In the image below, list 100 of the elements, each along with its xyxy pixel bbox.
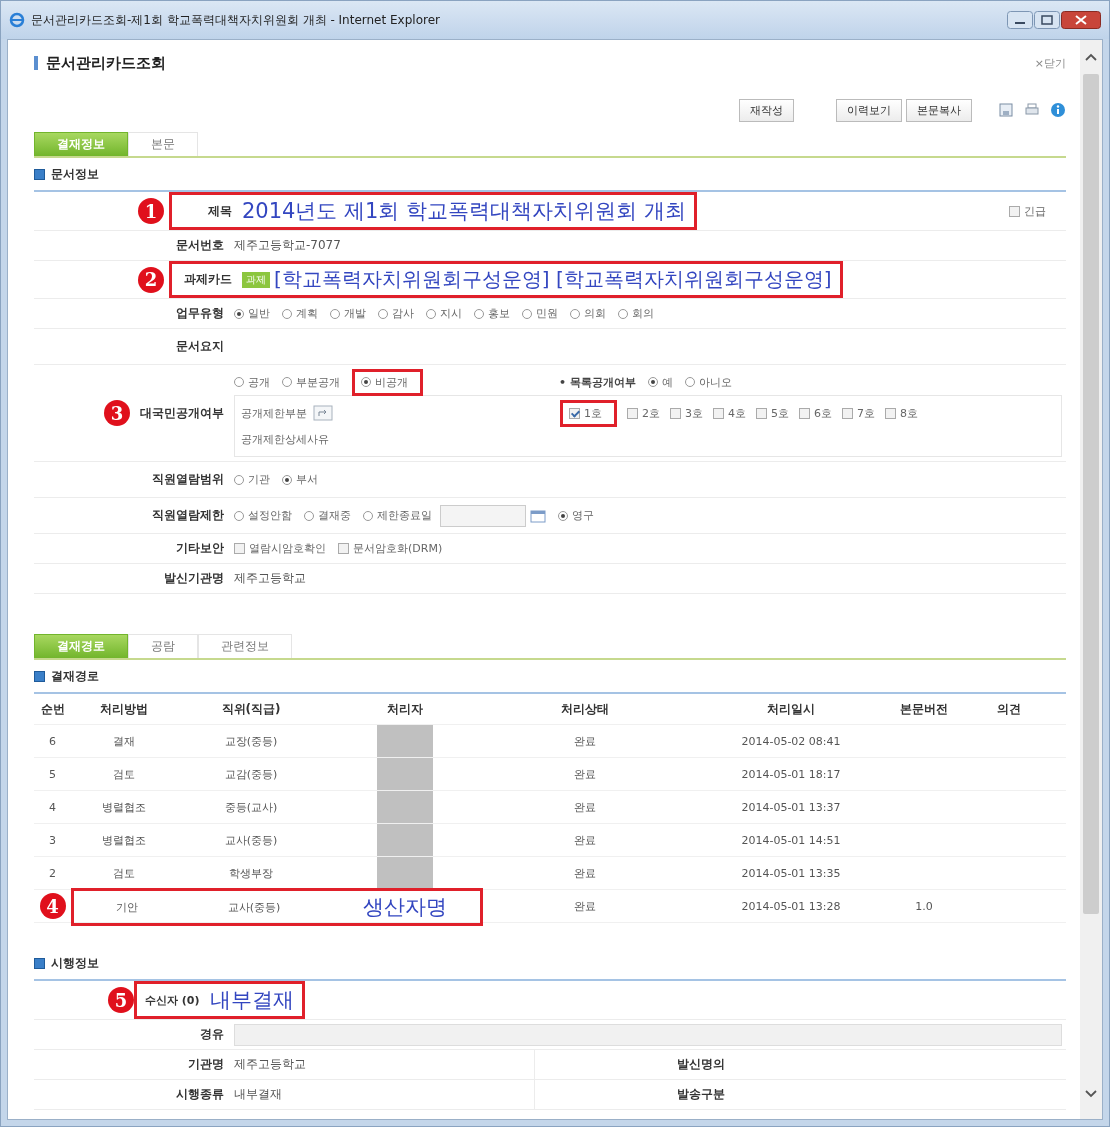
table-cell: 2014-05-02 08:41 [741, 734, 841, 748]
checkbox[interactable] [338, 543, 349, 554]
table-cell: 완료 [573, 832, 596, 848]
close-link[interactable]: ×닫기 [1034, 55, 1066, 71]
table-cell-text: 생산자명 [362, 894, 447, 921]
option-label: 결재중 [318, 508, 351, 523]
save-icon[interactable] [998, 102, 1014, 118]
scroll-thumb[interactable] [1083, 74, 1099, 914]
field-value: 제주고등학교 [234, 570, 306, 587]
table-cell: 교사(중등) [224, 832, 278, 848]
radio-button[interactable] [234, 308, 244, 319]
field-label: 발신기관명 [163, 570, 225, 587]
tab[interactable]: 공람 [128, 634, 198, 658]
table-cell: 병렬협조 [101, 799, 146, 815]
radio-button[interactable] [684, 377, 695, 387]
table-cell: 1.0 [915, 899, 933, 913]
checkbox[interactable] [756, 408, 767, 419]
option-label: 의회 [584, 306, 606, 321]
table-cell: 검토 [112, 766, 135, 782]
radio-button[interactable] [363, 510, 373, 521]
table-cell: 교감(중등) [224, 766, 278, 782]
checkbox[interactable] [670, 408, 681, 419]
radio-button[interactable] [474, 308, 484, 319]
radio-button[interactable] [330, 308, 340, 319]
checkbox[interactable] [627, 408, 638, 419]
option-label: 6호 [814, 406, 832, 421]
title-marker-icon [34, 56, 38, 70]
radio-button[interactable] [361, 377, 371, 387]
field-label: 시행종류 [175, 1086, 225, 1103]
column-header: 본문버전 [899, 700, 949, 718]
column-header: 처리일시 [766, 700, 816, 718]
checkbox[interactable] [885, 408, 896, 419]
field-label: 제목 [207, 202, 232, 220]
radio-button[interactable] [426, 308, 436, 319]
maximize-icon[interactable] [1034, 11, 1060, 29]
table-cell: 완료 [573, 865, 596, 881]
close-icon[interactable] [1061, 11, 1101, 29]
table-cell: 완료 [573, 799, 596, 815]
radio-button[interactable] [234, 474, 244, 485]
radio-button[interactable] [234, 510, 244, 521]
option-label: 제한종료일 [377, 508, 432, 523]
radio-button[interactable] [304, 510, 314, 521]
radio-button[interactable] [522, 308, 532, 319]
print-icon[interactable] [1024, 102, 1040, 118]
scroll-up-icon[interactable] [1084, 52, 1098, 62]
tab[interactable]: 관련정보 [198, 634, 292, 658]
radio-button[interactable] [378, 308, 388, 319]
radio-button[interactable] [570, 308, 580, 319]
table-cell: 6 [49, 734, 56, 748]
radio-button[interactable] [282, 308, 292, 319]
section-icon [34, 670, 45, 682]
radio-button[interactable] [282, 377, 292, 387]
input-field[interactable] [234, 1023, 1062, 1046]
option-label: 계획 [296, 306, 318, 321]
radio-button[interactable] [647, 377, 658, 387]
radio-button[interactable] [234, 377, 244, 387]
table-cell: 교사(중등) [227, 899, 281, 915]
option-label: 2호 [642, 406, 660, 421]
table-cell: 2 [49, 866, 56, 880]
column-header: 순번 [39, 700, 66, 718]
table-cell: 완료 [573, 898, 596, 914]
checkbox[interactable] [234, 543, 245, 554]
checkbox[interactable] [842, 408, 853, 419]
option-label: 일반 [248, 306, 270, 321]
option-label: 감사 [392, 306, 414, 321]
toolbar-button[interactable]: 본문복사 [906, 98, 972, 122]
scroll-down-icon[interactable] [1084, 1089, 1098, 1099]
field-value: [학교폭력자치위원회구성운영] [학교폭력자치위원회구성운영] [274, 266, 832, 293]
checkbox[interactable] [713, 408, 724, 419]
toolbar-button[interactable]: 재작성 [739, 98, 794, 122]
radio-button[interactable] [618, 308, 628, 319]
checkbox[interactable] [569, 408, 580, 419]
tab[interactable]: 본문 [128, 132, 198, 156]
option-label: 부분공개 [296, 374, 340, 390]
field-label: 기타보안 [175, 540, 225, 557]
column-header: 의견 [996, 700, 1022, 718]
option-label: 예 [661, 374, 673, 390]
radio-button[interactable] [282, 474, 292, 485]
field-label: 발송구분 [676, 1086, 726, 1103]
table-cell: 2014-05-01 13:35 [741, 866, 841, 880]
field-value: 제주고등학교-7077 [234, 237, 341, 254]
table-cell: 병렬협조 [101, 832, 146, 848]
number-marker: 1 [138, 198, 164, 224]
checkbox[interactable] [1009, 205, 1020, 217]
field-value: 내부결재 [234, 1080, 535, 1109]
toolbar-button[interactable]: 이력보기 [836, 98, 902, 122]
checkbox[interactable] [799, 408, 810, 419]
window-title: 문서관리카드조회-제1회 학교폭력대책자치위원회 개최 - Internet Explorer [31, 11, 441, 29]
scrollbar[interactable] [1080, 40, 1102, 1119]
option-label: 부서 [296, 472, 318, 487]
option-label: 5호 [771, 406, 789, 421]
minimize-icon[interactable] [1007, 11, 1033, 29]
radio-button[interactable] [558, 510, 568, 521]
info-icon[interactable] [1050, 102, 1066, 118]
export-icon[interactable] [313, 405, 333, 421]
date-field[interactable] [440, 504, 526, 527]
option-label: 아니오 [698, 374, 732, 390]
table-cell: 5 [49, 767, 56, 781]
calendar-icon[interactable] [530, 508, 546, 523]
field-value: 제주고등학교 [234, 1050, 535, 1079]
